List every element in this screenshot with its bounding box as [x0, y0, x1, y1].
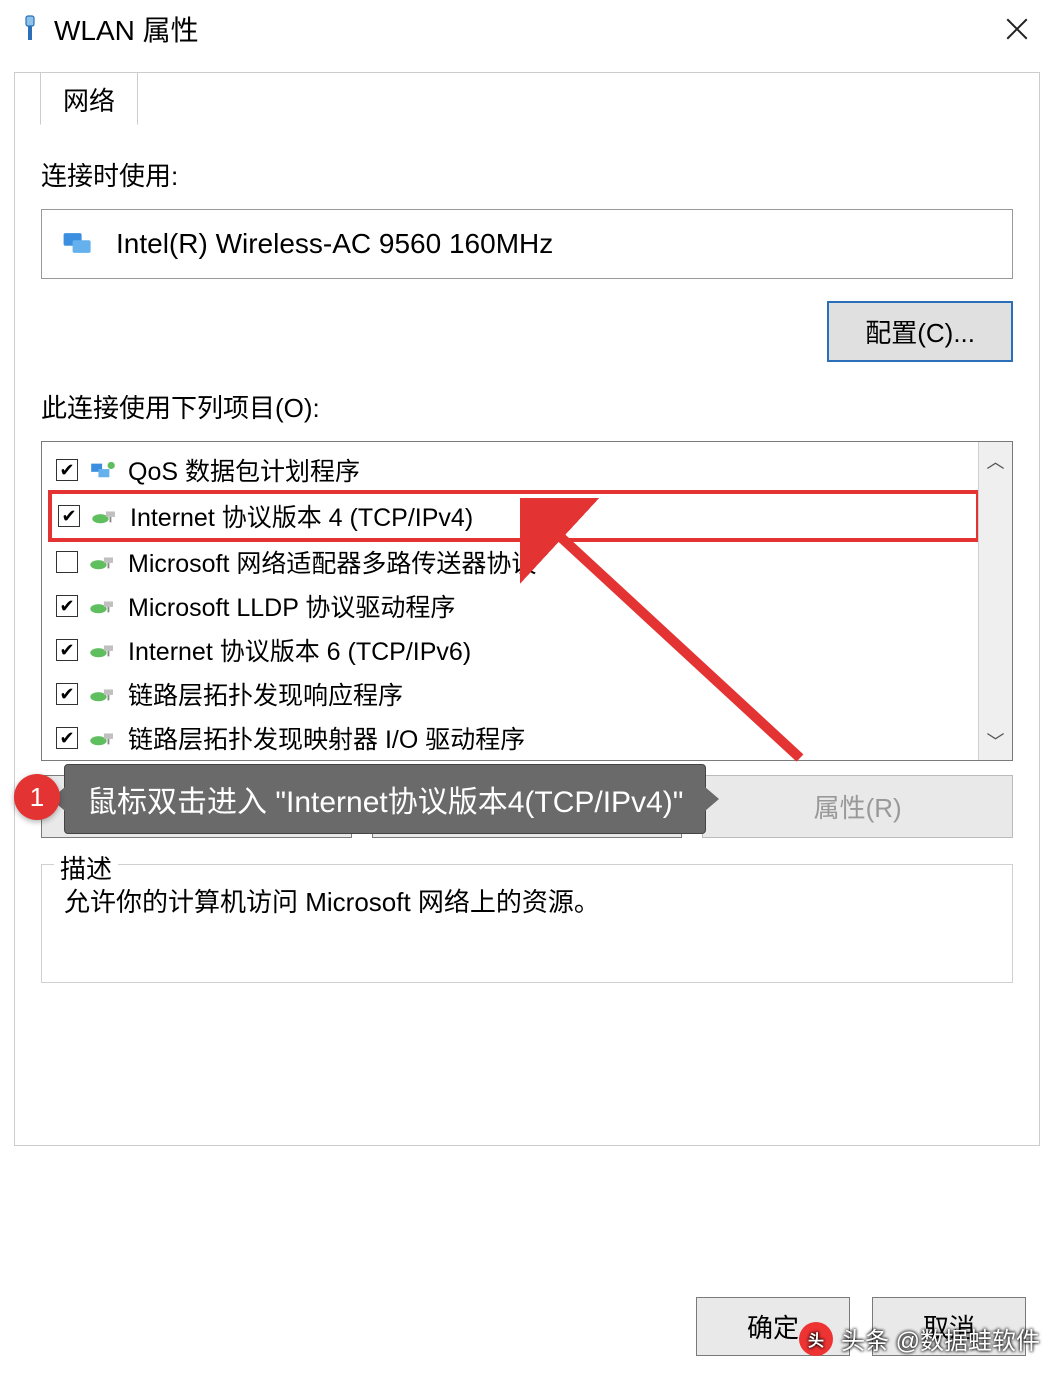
annotation-step-badge: 1 — [14, 774, 60, 820]
list-item-label: QoS 数据包计划程序 — [128, 452, 360, 488]
list-item[interactable]: Internet 协议版本 4 (TCP/IPv4) — [48, 490, 978, 542]
list-item[interactable]: 链路层拓扑发现映射器 I/O 驱动程序 — [50, 716, 978, 760]
list-item[interactable]: Microsoft 网络适配器多路传送器协议 — [50, 540, 978, 584]
description-label: 描述 — [54, 849, 118, 886]
list-item-label: Microsoft LLDP 协议驱动程序 — [128, 588, 455, 624]
wlan-icon — [18, 14, 42, 44]
scroll-down-icon[interactable]: ﹀ — [987, 728, 1005, 754]
items-list[interactable]: QoS 数据包计划程序 Internet 协议版本 4 (TCP/IPv4) Mic… — [42, 442, 978, 760]
connection-label: 连接时使用: — [41, 156, 1013, 193]
adapter-name: Intel(R) Wireless-AC 9560 160MHz — [116, 228, 553, 260]
list-item-label: 链路层拓扑发现响应程序 — [128, 676, 403, 712]
window-title: WLAN 属性 — [54, 9, 199, 49]
qos-icon — [88, 459, 118, 481]
checkbox[interactable] — [56, 459, 78, 481]
close-button[interactable] — [992, 4, 1042, 54]
list-item-label: Microsoft 网络适配器多路传送器协议 — [128, 544, 536, 580]
list-item[interactable]: QoS 数据包计划程序 — [50, 448, 978, 492]
network-component-icon — [90, 505, 120, 527]
checkbox[interactable] — [56, 595, 78, 617]
watermark-badge-icon: 头 — [799, 1322, 833, 1356]
network-component-icon — [88, 551, 118, 573]
scroll-up-icon[interactable]: ︿ — [987, 448, 1005, 474]
scrollbar[interactable]: ︿ ﹀ — [978, 442, 1012, 760]
list-item-label: Internet 协议版本 4 (TCP/IPv4) — [130, 498, 473, 534]
description-box: 描述 允许你的计算机访问 Microsoft 网络上的资源。 — [41, 864, 1013, 983]
network-component-icon — [88, 595, 118, 617]
tab-network[interactable]: 网络 — [40, 72, 138, 125]
list-item[interactable]: Internet 协议版本 6 (TCP/IPv6) — [50, 628, 978, 672]
network-component-icon — [88, 727, 118, 749]
titlebar: WLAN 属性 — [0, 0, 1054, 58]
annotation-bubble: 鼠标双击进入 "Internet协议版本4(TCP/IPv4)" — [64, 764, 706, 834]
items-label: 此连接使用下列项目(O): — [41, 388, 1013, 425]
watermark-text: 头条 @数据蛙软件 — [841, 1321, 1040, 1356]
adapter-box: Intel(R) Wireless-AC 9560 160MHz — [41, 209, 1013, 279]
watermark: 头 头条 @数据蛙软件 — [799, 1321, 1040, 1356]
checkbox[interactable] — [56, 683, 78, 705]
list-item[interactable]: 链路层拓扑发现响应程序 — [50, 672, 978, 716]
list-item-label: 链路层拓扑发现映射器 I/O 驱动程序 — [128, 720, 525, 756]
configure-button[interactable]: 配置(C)... — [827, 301, 1013, 362]
dialog-body: 网络 连接时使用: Intel(R) Wireless-AC 9560 160M… — [14, 72, 1040, 1146]
network-component-icon — [88, 639, 118, 661]
checkbox[interactable] — [58, 505, 80, 527]
checkbox[interactable] — [56, 639, 78, 661]
list-item[interactable]: Microsoft LLDP 协议驱动程序 — [50, 584, 978, 628]
properties-button: 属性(R) — [702, 775, 1013, 838]
checkbox[interactable] — [56, 727, 78, 749]
adapter-icon — [60, 229, 96, 259]
network-component-icon — [88, 683, 118, 705]
checkbox[interactable] — [56, 551, 78, 573]
items-box: QoS 数据包计划程序 Internet 协议版本 4 (TCP/IPv4) Mic… — [41, 441, 1013, 761]
description-text: 允许你的计算机访问 Microsoft 网络上的资源。 — [64, 883, 990, 922]
list-item-label: Internet 协议版本 6 (TCP/IPv6) — [128, 632, 471, 668]
